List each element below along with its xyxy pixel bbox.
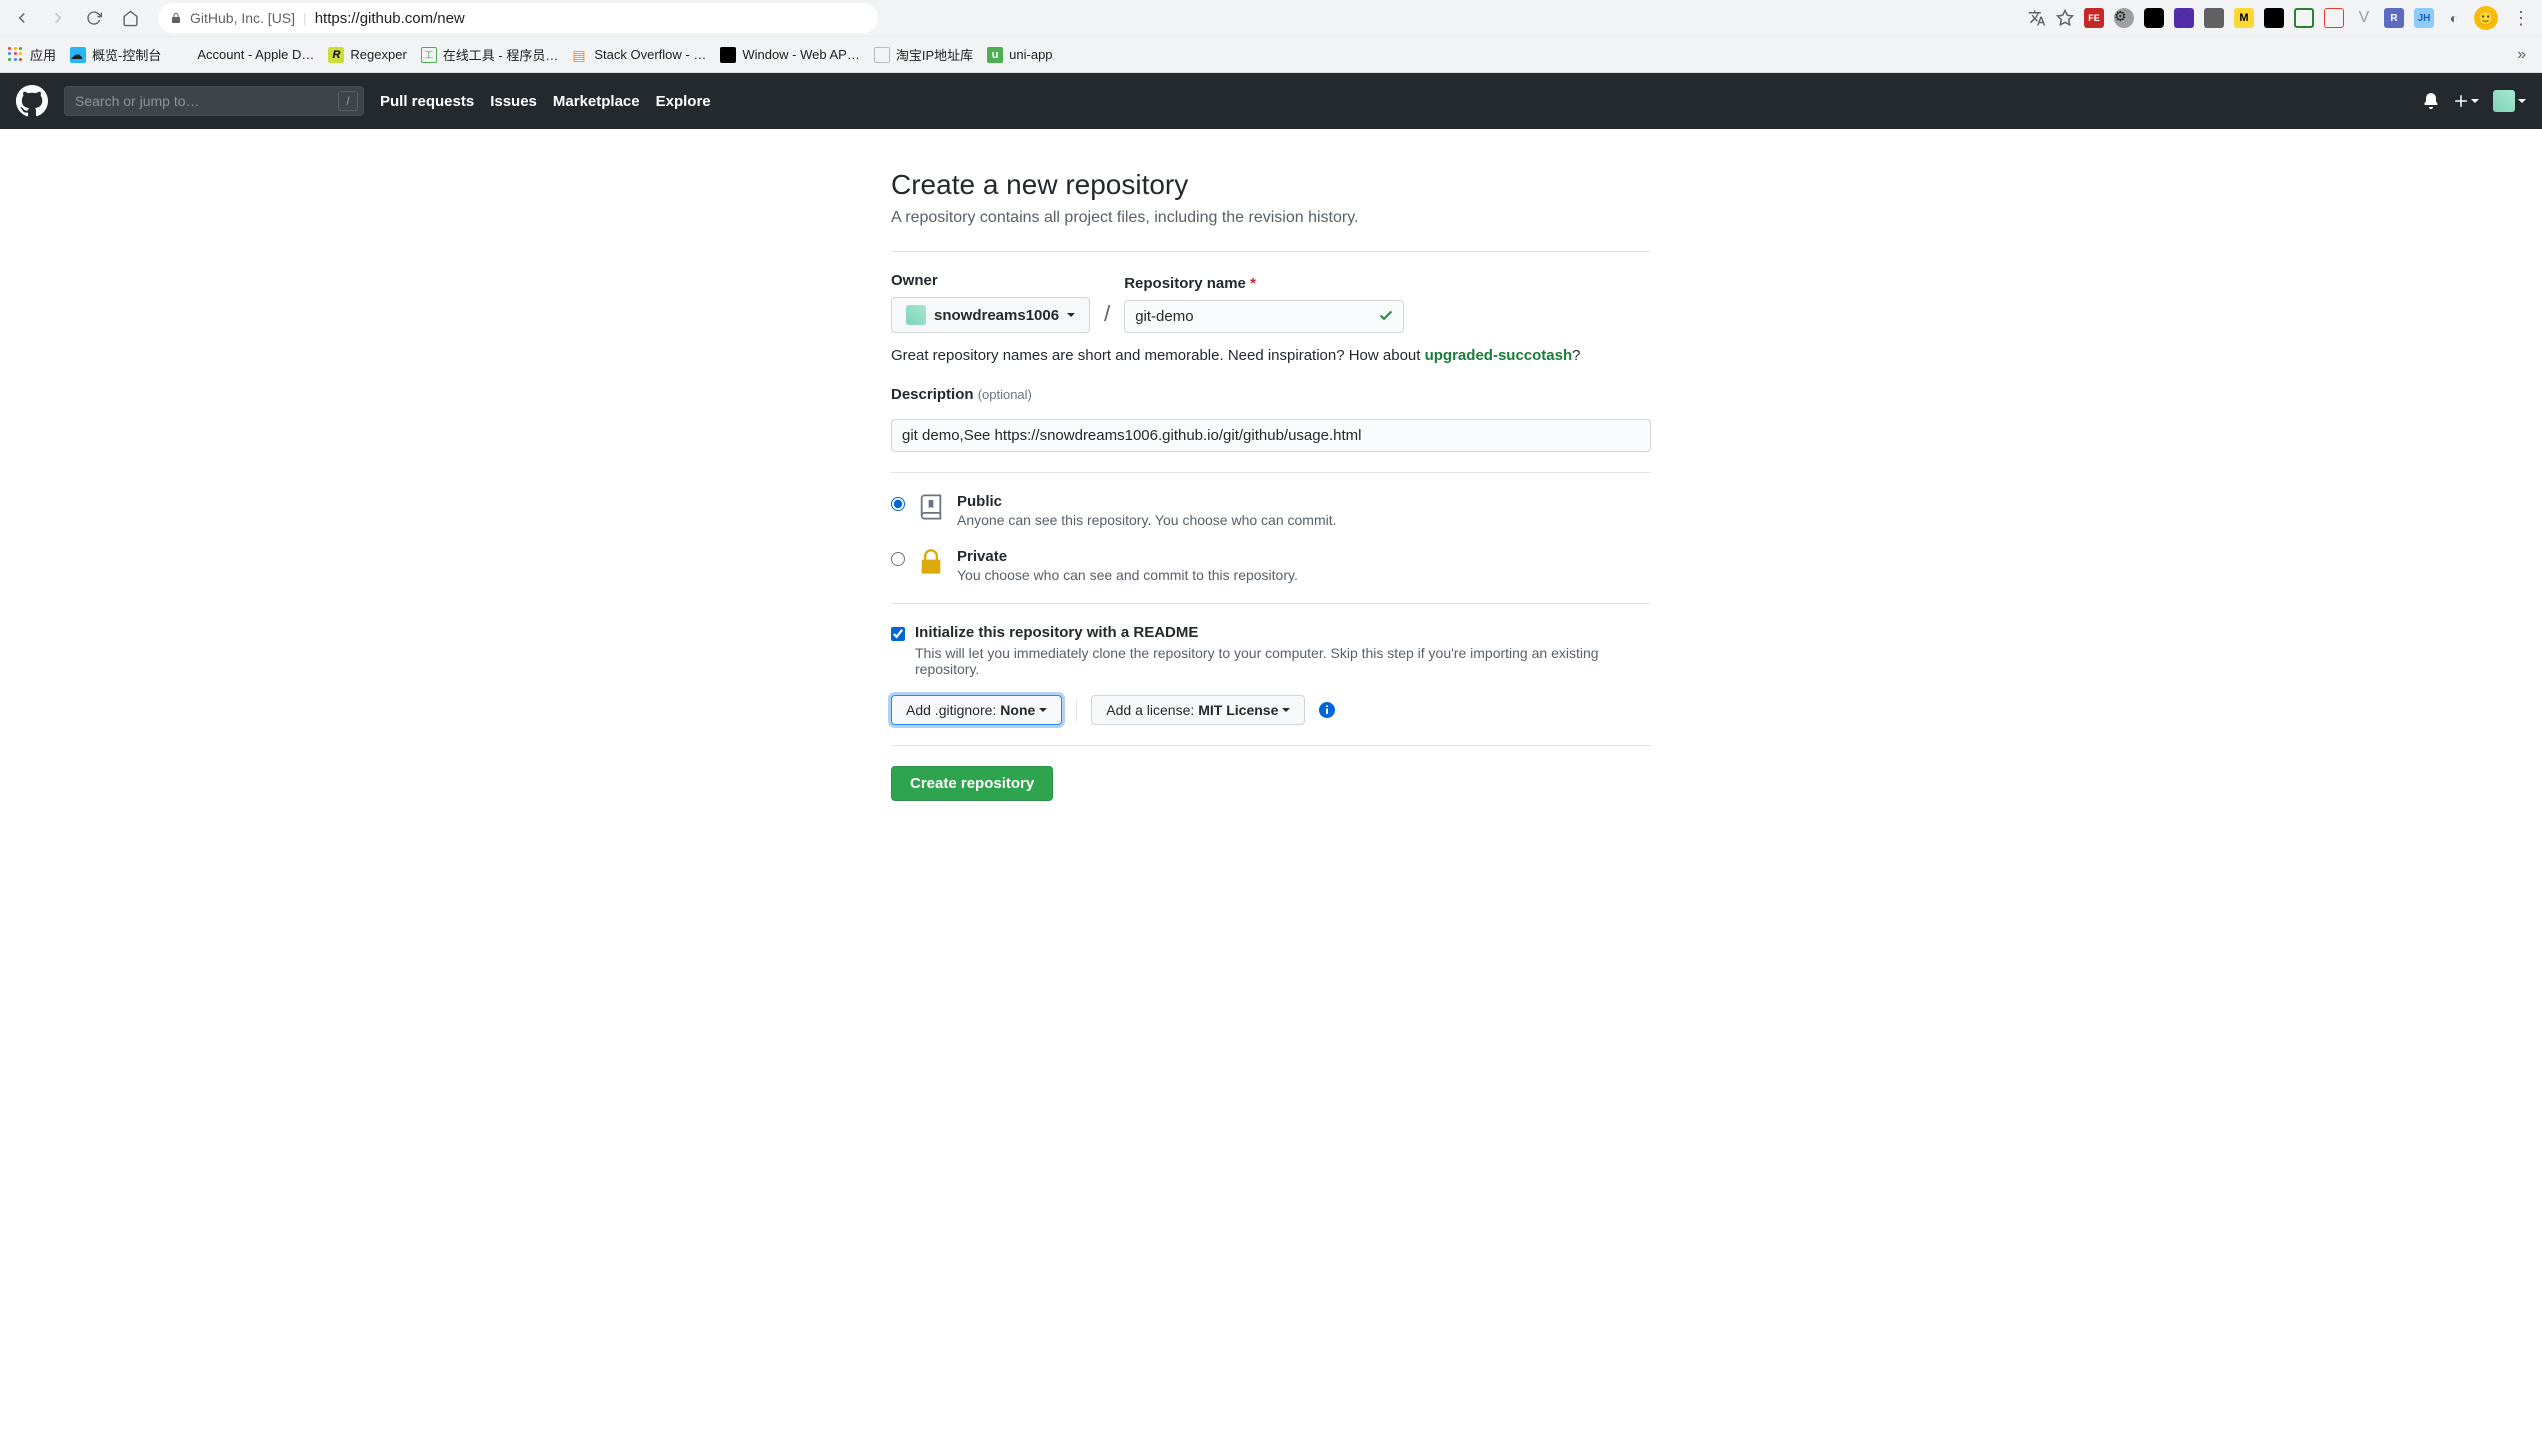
search-input[interactable] xyxy=(64,86,364,116)
description-input[interactable] xyxy=(891,419,1651,452)
repo-name-label: Repository name * xyxy=(1124,275,1404,292)
readme-title: Initialize this repository with a README xyxy=(915,624,1635,641)
visibility-private-radio[interactable] xyxy=(891,552,905,566)
forward-button[interactable] xyxy=(44,4,72,32)
public-title: Public xyxy=(957,493,1337,510)
owner-label: Owner xyxy=(891,272,1090,289)
divider xyxy=(891,251,1651,252)
search-slash-hint: / xyxy=(338,91,358,111)
github-logo[interactable] xyxy=(16,85,48,117)
readme-row: Initialize this repository with a README… xyxy=(891,624,1651,677)
readme-desc: This will let you immediately clone the … xyxy=(915,645,1635,677)
slash-separator: / xyxy=(1100,301,1114,333)
page-title: Create a new repository xyxy=(891,169,1651,201)
private-title: Private xyxy=(957,548,1298,565)
ext-icon-5[interactable] xyxy=(2204,8,2224,28)
ext-icon-6[interactable]: M xyxy=(2234,8,2254,28)
address-bar[interactable]: GitHub, Inc. [US] | https://github.com/n… xyxy=(158,3,878,33)
ext-icon-12[interactable]: JH xyxy=(2414,8,2434,28)
lock-icon xyxy=(170,12,182,24)
divider xyxy=(891,472,1651,473)
private-desc: You choose who can see and commit to thi… xyxy=(957,567,1298,583)
options-row: Add .gitignore: None Add a license: MIT … xyxy=(891,695,1651,725)
ext-icon-7[interactable] xyxy=(2264,8,2284,28)
primary-nav: Pull requests Issues Marketplace Explore xyxy=(380,93,711,110)
visibility-private-row: Private You choose who can see and commi… xyxy=(891,548,1651,583)
vertical-separator xyxy=(1076,699,1077,721)
private-repo-icon xyxy=(917,548,945,576)
browser-chrome: GitHub, Inc. [US] | https://github.com/n… xyxy=(0,0,2542,73)
name-suggestion: Great repository names are short and mem… xyxy=(891,347,1651,364)
readme-checkbox[interactable] xyxy=(891,627,905,641)
owner-value: snowdreams1006 xyxy=(934,307,1059,324)
suggested-name-link[interactable]: upgraded-succotash xyxy=(1425,347,1573,364)
bookmark-item[interactable]: Account - Apple D… xyxy=(175,47,314,63)
visibility-public-radio[interactable] xyxy=(891,497,905,511)
header-right xyxy=(2423,90,2526,112)
bookmarks-bar: 应用 ☁概览-控制台 Account - Apple D… RRegexper … xyxy=(0,36,2542,72)
page-subtitle: A repository contains all project files,… xyxy=(891,209,1651,227)
gitignore-dropdown[interactable]: Add .gitignore: None xyxy=(891,695,1062,725)
translate-icon[interactable] xyxy=(2028,9,2046,27)
owner-avatar-icon xyxy=(906,305,926,325)
bookmark-item[interactable]: RRegexper xyxy=(328,47,406,63)
url-text: https://github.com/new xyxy=(315,10,465,27)
create-new-dropdown[interactable] xyxy=(2453,93,2479,109)
browser-menu[interactable]: ⋮ xyxy=(2508,8,2534,29)
bookmarks-overflow[interactable]: » xyxy=(2517,46,2534,64)
ext-icon-11[interactable]: R xyxy=(2384,8,2404,28)
home-button[interactable] xyxy=(116,4,144,32)
github-header: / Pull requests Issues Marketplace Explo… xyxy=(0,73,2542,129)
info-icon[interactable] xyxy=(1319,702,1335,718)
profile-avatar[interactable]: 🙂 xyxy=(2474,6,2498,30)
ext-icon-9[interactable] xyxy=(2324,8,2344,28)
notifications-icon[interactable] xyxy=(2423,93,2439,109)
bookmark-item[interactable]: 淘宝IP地址库 xyxy=(874,45,973,64)
check-icon xyxy=(1378,307,1394,326)
apps-icon xyxy=(8,47,24,63)
divider xyxy=(891,745,1651,746)
ext-icon-2[interactable]: ⚙ xyxy=(2114,8,2134,28)
reload-button[interactable] xyxy=(80,4,108,32)
create-repository-button[interactable]: Create repository xyxy=(891,766,1053,801)
ext-icon-13[interactable]: ◐ xyxy=(2444,8,2464,28)
user-menu[interactable] xyxy=(2493,90,2526,112)
nav-issues[interactable]: Issues xyxy=(490,93,537,110)
bookmark-item[interactable]: Window - Web AP… xyxy=(720,47,860,63)
owner-select[interactable]: snowdreams1006 xyxy=(891,297,1090,333)
ext-icon-8[interactable] xyxy=(2294,8,2314,28)
search-container: / xyxy=(64,86,364,116)
bookmark-item[interactable]: uuni-app xyxy=(987,47,1052,63)
divider xyxy=(891,603,1651,604)
repo-name-input[interactable] xyxy=(1124,300,1404,333)
bookmark-item[interactable]: 工在线工具 - 程序员… xyxy=(421,45,559,64)
back-button[interactable] xyxy=(8,4,36,32)
ext-icon-3[interactable] xyxy=(2144,8,2164,28)
nav-marketplace[interactable]: Marketplace xyxy=(553,93,640,110)
browser-toolbar: GitHub, Inc. [US] | https://github.com/n… xyxy=(0,0,2542,36)
main-content: Create a new repository A repository con… xyxy=(871,129,1671,841)
star-icon[interactable] xyxy=(2056,9,2074,27)
ext-icon-1[interactable]: FE xyxy=(2084,8,2104,28)
nav-explore[interactable]: Explore xyxy=(656,93,711,110)
ext-icon-4[interactable] xyxy=(2174,8,2194,28)
bookmark-item[interactable]: ☁概览-控制台 xyxy=(70,45,161,64)
visibility-public-row: Public Anyone can see this repository. Y… xyxy=(891,493,1651,528)
extension-icons: FE ⚙ M V R JH ◐ 🙂 ⋮ xyxy=(2028,6,2534,30)
apps-shortcut[interactable]: 应用 xyxy=(8,45,56,64)
site-identity: GitHub, Inc. [US] xyxy=(190,10,295,26)
description-label: Description (optional) xyxy=(891,386,1651,403)
public-desc: Anyone can see this repository. You choo… xyxy=(957,512,1337,528)
ext-icon-10[interactable]: V xyxy=(2354,8,2374,28)
owner-repo-row: Owner snowdreams1006 / Repository name * xyxy=(891,272,1651,333)
user-avatar xyxy=(2493,90,2515,112)
nav-pull-requests[interactable]: Pull requests xyxy=(380,93,474,110)
bookmark-item[interactable]: ▤Stack Overflow - … xyxy=(572,47,706,63)
public-repo-icon xyxy=(917,493,945,521)
license-dropdown[interactable]: Add a license: MIT License xyxy=(1091,695,1305,725)
